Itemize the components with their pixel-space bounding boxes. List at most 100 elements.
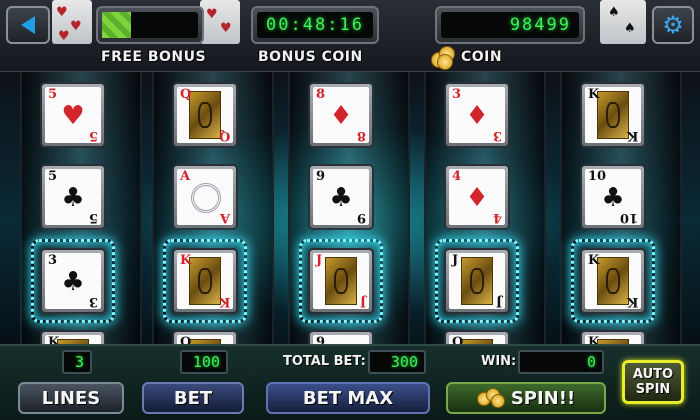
card-rank-inverted: 4 — [492, 210, 502, 225]
bet-max-button[interactable]: BET MAX — [266, 382, 430, 414]
left-arrow-icon — [21, 16, 35, 34]
total-bet-display: 300 — [368, 350, 426, 374]
card-rank: J — [452, 253, 459, 268]
playing-card: ♦ 4 4 — [444, 164, 510, 230]
playing-card: KK — [580, 248, 646, 314]
free-bonus-meter — [96, 6, 204, 44]
card-rank-inverted: 8 — [356, 128, 366, 143]
playing-card: 99 — [308, 330, 374, 344]
playing-card: AA — [172, 164, 238, 230]
coin-label: COIN — [461, 49, 503, 65]
playing-card: QQ — [172, 82, 238, 148]
auto-spin-button[interactable]: AUTO SPIN — [622, 360, 684, 404]
card-suit-icon: ♦ — [465, 101, 489, 131]
playing-card: JJ — [444, 248, 510, 314]
bonus-coin-timer: 00:48:16 — [257, 12, 373, 38]
card-rank-inverted: 9 — [356, 210, 366, 225]
auto-spin-label-line2: SPIN — [635, 382, 671, 397]
card-rank-inverted: 5 — [88, 128, 98, 143]
playing-card: ♣ 10 10 — [580, 164, 646, 230]
decorative-card-right: ♠ ♠ — [600, 0, 646, 44]
gold-coins-icon — [476, 388, 507, 408]
playing-card: KK — [580, 82, 646, 148]
card-rank: 8 — [316, 87, 326, 102]
bonus-coin-label: BONUS COIN — [258, 49, 363, 65]
card-suit-icon: ♣ — [61, 267, 85, 297]
card-rank-inverted: 3 — [88, 294, 98, 309]
court-card-figure — [461, 257, 493, 305]
card-rank-inverted: K — [218, 294, 230, 309]
bet-button[interactable]: BET — [142, 382, 244, 414]
card-suit-icon: ♦ — [329, 101, 353, 131]
card-rank-inverted: Q — [218, 128, 230, 143]
card-rank: Q — [180, 335, 192, 344]
court-card-figure — [597, 257, 629, 305]
card-suit-icon: ♣ — [601, 183, 625, 213]
card-suit-icon: ♣ — [61, 183, 85, 213]
playing-card: ♦ 8 8 — [308, 82, 374, 148]
card-rank: 4 — [452, 169, 462, 184]
playing-card: ♣ 3 3 — [40, 248, 106, 314]
bonus-coin-timer-panel: 00:48:16 — [251, 6, 379, 44]
ace-emblem-icon — [191, 183, 221, 213]
playing-card: QQ — [444, 330, 510, 344]
lines-value-display: 3 — [62, 350, 92, 374]
coin-balance: 98499 — [441, 12, 579, 38]
card-rank: 3 — [452, 87, 462, 102]
card-rank: 10 — [588, 169, 607, 184]
playing-card: KK — [172, 248, 238, 314]
playing-card: KK — [40, 330, 106, 344]
win-label: WIN: — [481, 354, 517, 369]
spin-button-label: SPIN!! — [510, 387, 576, 409]
playing-card: QQ — [172, 330, 238, 344]
card-rank: J — [316, 253, 323, 268]
win-display: 0 — [518, 350, 604, 374]
decorative-card-left: ♥ ♥ ♥ — [52, 0, 92, 44]
card-rank: K — [48, 335, 60, 344]
playing-card: ♣ 9 9 — [308, 164, 374, 230]
back-button[interactable] — [6, 6, 50, 44]
card-rank-inverted: A — [219, 210, 230, 225]
card-rank: 9 — [316, 335, 326, 344]
spin-button[interactable]: SPIN!! — [446, 382, 606, 414]
playing-card: ♦ 3 3 — [444, 82, 510, 148]
card-rank: 5 — [48, 87, 58, 102]
card-suit-icon: ♥ — [61, 101, 85, 131]
court-card-figure — [189, 257, 221, 305]
card-rank: K — [588, 335, 600, 344]
card-rank-inverted: J — [495, 294, 502, 309]
lines-button[interactable]: LINES — [18, 382, 124, 414]
bet-value-display: 100 — [180, 350, 228, 374]
gold-coin-stack-icon — [431, 44, 457, 70]
coin-balance-panel: 98499 — [435, 6, 585, 44]
court-card-figure — [325, 257, 357, 305]
card-rank-inverted: 10 — [619, 210, 638, 225]
auto-spin-label-line1: AUTO — [632, 367, 674, 382]
card-rank: 5 — [48, 169, 58, 184]
playing-card: KK — [580, 330, 646, 344]
card-rank: 3 — [48, 253, 58, 268]
slot-reels-area: ♥55♣55♣33KKQQAAKKQQ♦88♣99JJ99♦33♦44JJQQK… — [0, 72, 700, 344]
control-panel: 3 100 TOTAL BET: 300 WIN: 0 LINES BET BE… — [0, 344, 700, 420]
free-bonus-progress-fill — [102, 12, 131, 38]
card-rank: Q — [452, 335, 464, 344]
settings-button[interactable]: ⚙ — [652, 6, 694, 44]
card-rank: K — [588, 87, 600, 102]
free-bonus-label: FREE BONUS — [101, 49, 207, 65]
playing-card: ♣ 5 5 — [40, 164, 106, 230]
card-rank: 9 — [316, 169, 326, 184]
total-bet-label: TOTAL BET: — [283, 354, 366, 369]
court-card-figure — [597, 91, 629, 139]
court-card-figure — [189, 91, 221, 139]
card-rank-inverted: K — [626, 128, 638, 143]
card-suit-icon: ♦ — [465, 183, 489, 213]
card-rank: Q — [180, 87, 192, 102]
top-bar: ♥ ♥ ♥ ♥ ♥ ♠ ♠ FREE BONUS 00:48:16 BONUS COIN… — [0, 0, 700, 72]
card-rank: K — [588, 253, 600, 268]
playing-card: JJ — [308, 248, 374, 314]
card-rank: K — [180, 253, 192, 268]
card-rank-inverted: 5 — [88, 210, 98, 225]
card-rank-inverted: J — [359, 294, 366, 309]
card-suit-icon: ♣ — [329, 183, 353, 213]
gear-icon: ⚙ — [662, 11, 684, 39]
